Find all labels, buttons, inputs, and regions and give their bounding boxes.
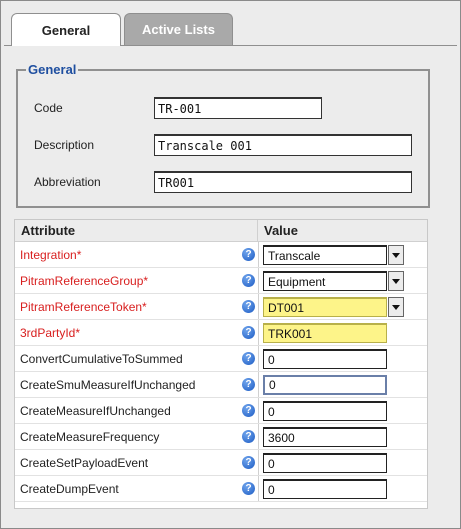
chevron-down-icon xyxy=(392,304,400,310)
help-icon[interactable]: ? xyxy=(242,274,255,287)
value-cell: 0 xyxy=(263,401,387,421)
create-measure-input[interactable]: 0 xyxy=(263,401,387,421)
attribute-name: PitramReferenceToken* xyxy=(20,299,147,314)
table-row: CreateSmuMeasureIfUnchanged ? 0 xyxy=(15,372,427,398)
attribute-name: 3rdPartyId* xyxy=(20,325,81,340)
abbreviation-row: Abbreviation TR001 xyxy=(34,171,412,193)
help-icon[interactable]: ? xyxy=(242,456,255,469)
help-icon[interactable]: ? xyxy=(242,378,255,391)
value-cell: Transcale xyxy=(263,245,404,265)
attribute-name: ConvertCumulativeToSummed xyxy=(20,351,183,366)
value-cell: DT001 xyxy=(263,297,404,317)
value-cell: 0 xyxy=(263,349,387,369)
grid-header: Attribute Value xyxy=(15,220,427,242)
general-fieldset: General Code TR-001 Description Transcal… xyxy=(16,62,430,208)
table-row: CreateMeasureFrequency ? 3600 xyxy=(15,424,427,450)
general-legend: General xyxy=(28,62,77,77)
help-icon[interactable]: ? xyxy=(242,430,255,443)
convert-cumulative-input[interactable]: 0 xyxy=(263,349,387,369)
value-cell: 0 xyxy=(263,453,387,473)
code-label: Code xyxy=(34,101,63,115)
set-payload-event-input[interactable]: 0 xyxy=(263,453,387,473)
general-tab-panel: General Code TR-001 Description Transcal… xyxy=(4,45,457,527)
value-cell: Equipment xyxy=(263,271,404,291)
attribute-grid: Attribute Value Integration* ? Transcale… xyxy=(14,219,428,509)
table-row: 3rdPartyId* ? TRK001 xyxy=(15,320,427,346)
table-row: PitramReferenceToken* ? DT001 xyxy=(15,294,427,320)
code-row: Code TR-001 xyxy=(34,97,322,119)
table-row: Integration* ? Transcale xyxy=(15,242,427,268)
attribute-name: CreateSmuMeasureIfUnchanged xyxy=(20,377,196,392)
integration-select[interactable]: Transcale xyxy=(263,245,387,265)
value-cell: 3600 xyxy=(263,427,387,447)
chevron-down-icon xyxy=(392,252,400,258)
table-row: CreateDumpEvent ? 0 xyxy=(15,476,427,502)
attribute-editor-window: General Active Lists General Code TR-001… xyxy=(0,0,461,529)
dropdown-button[interactable] xyxy=(388,271,404,291)
attribute-name: CreateMeasureFrequency xyxy=(20,429,160,444)
chevron-down-icon xyxy=(392,278,400,284)
attribute-name: CreateDumpEvent xyxy=(20,481,119,496)
measure-frequency-input[interactable]: 3600 xyxy=(263,427,387,447)
attribute-name: CreateSetPayloadEvent xyxy=(20,455,149,470)
description-input[interactable]: Transcale 001 xyxy=(154,134,412,156)
dropdown-button[interactable] xyxy=(388,245,404,265)
table-row: ConvertCumulativeToSummed ? 0 xyxy=(15,346,427,372)
tab-general[interactable]: General xyxy=(11,13,121,46)
create-smu-measure-input[interactable]: 0 xyxy=(263,375,387,395)
description-label: Description xyxy=(34,138,95,152)
help-icon[interactable]: ? xyxy=(242,300,255,313)
help-icon[interactable]: ? xyxy=(242,248,255,261)
tab-active-lists[interactable]: Active Lists xyxy=(124,13,233,45)
dump-event-input[interactable]: 0 xyxy=(263,479,387,499)
table-row: CreateMeasureIfUnchanged ? 0 xyxy=(15,398,427,424)
value-column-header: Value xyxy=(264,223,298,238)
table-row: CreateSetPayloadEvent ? 0 xyxy=(15,450,427,476)
help-icon[interactable]: ? xyxy=(242,326,255,339)
attribute-name: PitramReferenceGroup* xyxy=(20,273,149,288)
help-icon[interactable]: ? xyxy=(242,352,255,365)
table-row: PitramReferenceGroup* ? Equipment xyxy=(15,268,427,294)
code-input[interactable]: TR-001 xyxy=(154,97,322,119)
attribute-name: Integration* xyxy=(20,247,82,262)
abbreviation-input[interactable]: TR001 xyxy=(154,171,412,193)
dropdown-button[interactable] xyxy=(388,297,404,317)
third-party-id-input[interactable]: TRK001 xyxy=(263,323,387,343)
reference-token-select[interactable]: DT001 xyxy=(263,297,387,317)
help-icon[interactable]: ? xyxy=(242,404,255,417)
description-row: Description Transcale 001 xyxy=(34,134,412,156)
value-cell: 0 xyxy=(263,479,387,499)
value-cell: 0 xyxy=(263,375,387,395)
attribute-column-header: Attribute xyxy=(15,220,258,241)
value-cell: TRK001 xyxy=(263,323,387,343)
help-icon[interactable]: ? xyxy=(242,482,255,495)
reference-group-select[interactable]: Equipment xyxy=(263,271,387,291)
abbreviation-label: Abbreviation xyxy=(34,175,101,189)
attribute-name: CreateMeasureIfUnchanged xyxy=(20,403,171,418)
